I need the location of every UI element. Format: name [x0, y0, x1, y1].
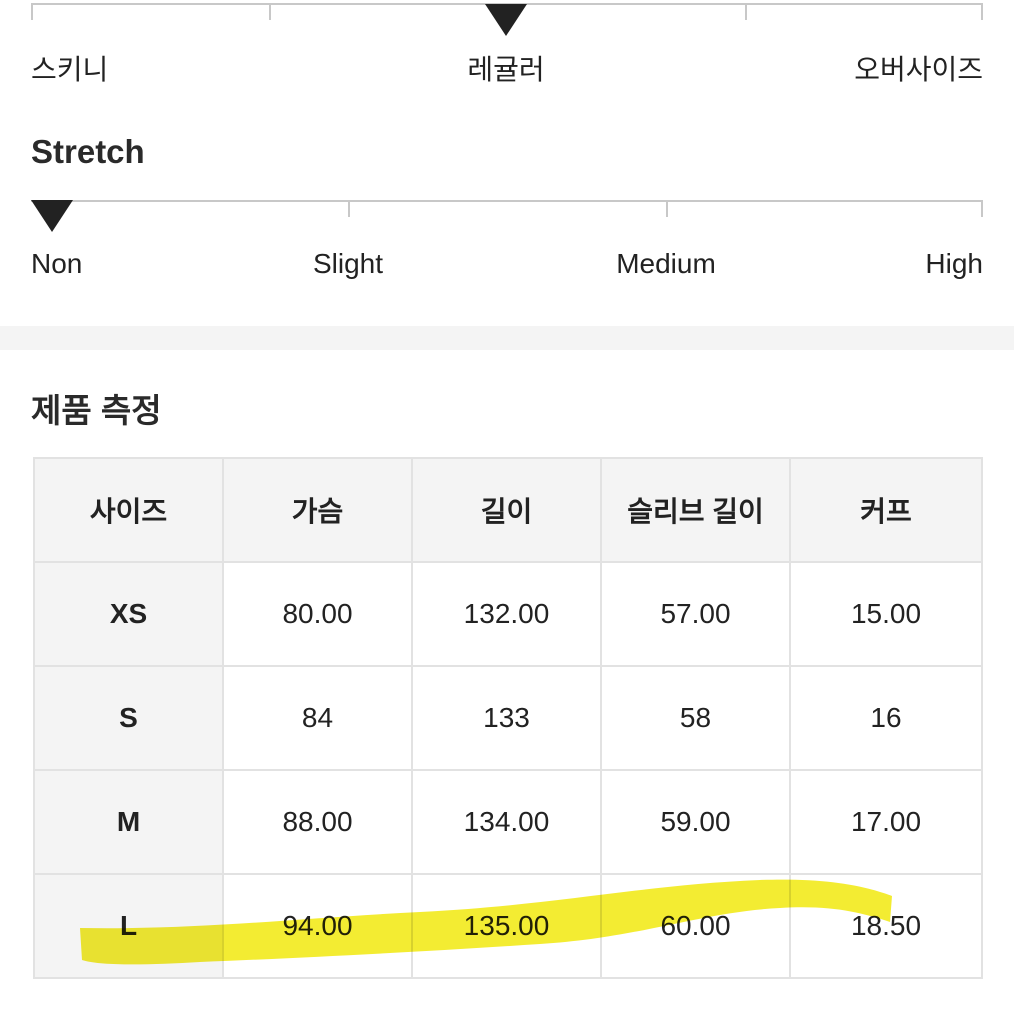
- footer-text-cropped: [31, 1004, 983, 1014]
- cuff-cell: 16: [789, 665, 983, 771]
- header-size: 사이즈: [33, 457, 224, 563]
- fit-scale-tick: [745, 4, 747, 20]
- stretch-scale-tick: [666, 201, 668, 217]
- chest-cell: 94.00: [222, 873, 413, 979]
- length-cell: 132.00: [411, 561, 602, 667]
- chest-cell: 84: [222, 665, 413, 771]
- size-cell: L: [33, 873, 224, 979]
- measurements-table-wrapper: 사이즈 가슴 길이 슬리브 길이 커프 XS 80.00 132.00 57.0…: [33, 457, 983, 979]
- header-chest: 가슴: [222, 457, 413, 563]
- stretch-label-high: High: [925, 248, 983, 279]
- size-cell: XS: [33, 561, 224, 667]
- stretch-label-non: Non: [31, 248, 83, 279]
- fit-scale-tick: [31, 4, 33, 20]
- stretch-label-medium: Medium: [616, 248, 716, 279]
- header-cuff: 커프: [789, 457, 983, 563]
- fit-label-skinny: 스키니: [31, 54, 109, 85]
- stretch-scale-tick: [981, 201, 983, 217]
- cuff-cell: 15.00: [789, 561, 983, 667]
- stretch-title: Stretch: [31, 133, 145, 170]
- stretch-scale-track: [31, 200, 983, 202]
- table-row: S 84 133 58 16: [33, 665, 983, 771]
- fit-label-regular: 레귤러: [467, 54, 545, 85]
- fit-scale: 스키니 레귤러 오버사이즈: [31, 0, 983, 90]
- length-cell: 134.00: [411, 769, 602, 875]
- sleeve-length-cell: 59.00: [600, 769, 791, 875]
- header-length: 길이: [411, 457, 602, 563]
- section-divider: [0, 326, 1014, 350]
- length-cell: 135.00: [411, 873, 602, 979]
- stretch-selected-marker-icon: [31, 200, 73, 232]
- stretch-label-slight: Slight: [312, 248, 384, 279]
- fit-label-oversize: 오버사이즈: [854, 54, 983, 85]
- stretch-scale-tick: [348, 201, 350, 217]
- sleeve-length-cell: 58: [600, 665, 791, 771]
- table-header-row: 사이즈 가슴 길이 슬리브 길이 커프: [33, 457, 983, 563]
- length-cell: 133: [411, 665, 602, 771]
- table-row: M 88.00 134.00 59.00 17.00: [33, 769, 983, 875]
- sleeve-length-cell: 57.00: [600, 561, 791, 667]
- table-row: XS 80.00 132.00 57.00 15.00: [33, 561, 983, 667]
- chest-cell: 80.00: [222, 561, 413, 667]
- measurements-title: 제품 측정: [31, 392, 162, 429]
- cuff-cell: 17.00: [789, 769, 983, 875]
- header-sleeve-length: 슬리브 길이: [600, 457, 791, 563]
- size-cell: S: [33, 665, 224, 771]
- size-cell: M: [33, 769, 224, 875]
- sleeve-length-cell: 60.00: [600, 873, 791, 979]
- fit-scale-tick: [269, 4, 271, 20]
- fit-scale-tick: [981, 4, 983, 20]
- measurements-table: 사이즈 가슴 길이 슬리브 길이 커프 XS 80.00 132.00 57.0…: [33, 457, 983, 979]
- fit-selected-marker-icon: [485, 4, 527, 36]
- chest-cell: 88.00: [222, 769, 413, 875]
- cuff-cell: 18.50: [789, 873, 983, 979]
- stretch-scale: Non Slight Medium High: [31, 198, 983, 288]
- table-row-highlighted: L 94.00 135.00 60.00 18.50: [33, 873, 983, 979]
